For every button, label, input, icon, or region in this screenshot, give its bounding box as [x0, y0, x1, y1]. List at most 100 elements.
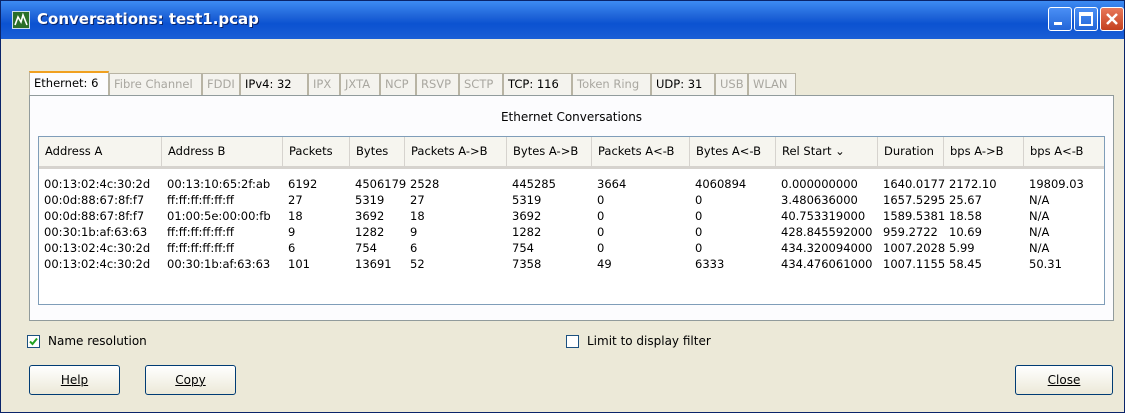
table-cell: 01:00:5e:00:00:fb	[167, 209, 271, 223]
table-row[interactable]: 00:13:02:4c:30:2d 00:30:1b:af:63:63 101 136…	[39, 256, 1104, 272]
table-cell: 428.845592000	[781, 225, 873, 239]
table-cell: 0	[597, 241, 605, 255]
table-cell: 0	[597, 225, 605, 239]
tab-ncp[interactable]: NCP	[380, 73, 416, 95]
maximize-button[interactable]	[1074, 7, 1098, 31]
minimize-button[interactable]	[1048, 7, 1072, 31]
conversations-table[interactable]: Address A Address B Packets Bytes Packet…	[38, 136, 1105, 305]
table-cell: 0	[695, 241, 703, 255]
tab-token-ring[interactable]: Token Ring	[572, 73, 651, 95]
table-title: Ethernet Conversations	[500, 110, 643, 124]
tab-fddi[interactable]: FDDI	[202, 73, 240, 95]
name-resolution-checkbox[interactable]	[27, 335, 40, 348]
column-header[interactable]: Address A	[39, 137, 162, 166]
table-cell: 19809.03	[1029, 177, 1084, 191]
column-header[interactable]: Duration	[878, 137, 944, 166]
column-header[interactable]: Address B	[162, 137, 283, 166]
table-cell: 4506179	[355, 177, 407, 191]
table-cell: 9	[288, 225, 296, 239]
tab-udp[interactable]: UDP: 31	[651, 73, 715, 95]
table-cell: 6	[410, 241, 418, 255]
tab-tcp[interactable]: TCP: 116	[503, 73, 572, 95]
table-cell: 1589.5381	[883, 209, 946, 223]
table-cell: N/A	[1029, 241, 1050, 255]
table-cell: 00:0d:88:67:8f:f7	[44, 209, 145, 223]
column-header[interactable]: Bytes	[350, 137, 405, 166]
table-row[interactable]: 00:13:02:4c:30:2d 00:13:10:65:2f:ab 6192 45…	[39, 176, 1104, 192]
column-header[interactable]: Packets A<-B	[592, 137, 690, 166]
conversations-window: Conversations: test1.pcap Ethernet: 6 Fi…	[0, 0, 1125, 413]
column-header[interactable]: Bytes A<-B	[690, 137, 776, 166]
column-header[interactable]: bps A<-B	[1024, 137, 1104, 166]
table-cell: ff:ff:ff:ff:ff:ff	[167, 241, 234, 255]
copy-button[interactable]: Copy	[145, 365, 236, 395]
table-cell: ff:ff:ff:ff:ff:ff	[167, 193, 234, 207]
table-cell: 6192	[288, 177, 318, 191]
tab-jxta[interactable]: JXTA	[340, 73, 380, 95]
tab-ethernet[interactable]: Ethernet: 6	[29, 71, 109, 96]
tab-wlan[interactable]: WLAN	[748, 73, 796, 95]
table-cell: 00:0d:88:67:8f:f7	[44, 193, 145, 207]
table-cell: 40.753319000	[781, 209, 866, 223]
table-cell: 18	[410, 209, 425, 223]
table-cell: 50.31	[1029, 257, 1062, 271]
tab-ipx[interactable]: IPX	[308, 73, 340, 95]
name-resolution-label[interactable]: Name resolution	[48, 334, 147, 348]
limit-display-filter-checkbox[interactable]	[566, 335, 579, 348]
table-cell: 754	[355, 241, 377, 255]
table-cell: 1640.0177	[883, 177, 946, 191]
table-cell: 0	[695, 209, 703, 223]
tab-fibre-channel[interactable]: Fibre Channel	[109, 73, 202, 95]
table-cell: 52	[410, 257, 425, 271]
table-cell: 00:30:1b:af:63:63	[167, 257, 271, 271]
table-row[interactable]: 00:30:1b:af:63:63 ff:ff:ff:ff:ff:ff 9 1282 9…	[39, 224, 1104, 240]
table-cell: 0	[597, 193, 605, 207]
title-bar[interactable]: Conversations: test1.pcap	[1, 1, 1124, 39]
table-cell: 1282	[512, 225, 542, 239]
table-cell: 00:13:10:65:2f:ab	[167, 177, 271, 191]
table-row[interactable]: 00:13:02:4c:30:2d ff:ff:ff:ff:ff:ff 6 754 6 7…	[39, 240, 1104, 256]
table-row[interactable]: 00:0d:88:67:8f:f7 ff:ff:ff:ff:ff:ff 27 5319…	[39, 192, 1104, 208]
table-cell: 0	[695, 193, 703, 207]
table-cell: 3.480636000	[781, 193, 858, 207]
tab-usb[interactable]: USB	[715, 73, 748, 95]
column-header[interactable]: Rel Start ⌄	[776, 137, 878, 166]
table-cell: 1657.5295	[883, 193, 946, 207]
table-cell: 00:13:02:4c:30:2d	[44, 257, 151, 271]
table-row[interactable]: 00:0d:88:67:8f:f7 01:00:5e:00:00:fb 18 3692…	[39, 208, 1104, 224]
wireshark-app-icon	[12, 11, 30, 29]
table-cell: 101	[288, 257, 310, 271]
table-cell: 2528	[410, 177, 440, 191]
column-header[interactable]: bps A->B	[944, 137, 1024, 166]
close-window-button[interactable]	[1100, 7, 1124, 31]
tab-sctp[interactable]: SCTP	[459, 73, 503, 95]
column-header[interactable]: Packets A->B	[405, 137, 507, 166]
limit-display-filter-label[interactable]: Limit to display filter	[587, 334, 711, 348]
table-cell: 7358	[512, 257, 542, 271]
table-cell: 434.476061000	[781, 257, 873, 271]
table-cell: 18	[288, 209, 303, 223]
table-cell: 754	[512, 241, 534, 255]
table-cell: 00:13:02:4c:30:2d	[44, 241, 151, 255]
table-cell: 6	[288, 241, 296, 255]
table-cell: 00:30:1b:af:63:63	[44, 225, 148, 239]
table-cell: 1007.2028	[883, 241, 946, 255]
close-button-label: Close	[1047, 373, 1081, 387]
column-header[interactable]: Bytes A->B	[507, 137, 592, 166]
table-cell: 0	[695, 225, 703, 239]
close-button[interactable]: Close	[1015, 365, 1113, 395]
tab-rsvp[interactable]: RSVP	[416, 73, 459, 95]
help-button[interactable]: Help	[29, 365, 120, 395]
tab-ipv4[interactable]: IPv4: 32	[240, 73, 308, 95]
table-cell: 959.2722	[883, 225, 938, 239]
column-header[interactable]: Packets	[283, 137, 350, 166]
table-cell: 25.67	[949, 193, 982, 207]
table-cell: 0.000000000	[781, 177, 858, 191]
table-cell: 3692	[512, 209, 542, 223]
table-cell: 00:13:02:4c:30:2d	[44, 177, 151, 191]
table-cell: 5319	[512, 193, 542, 207]
window-title: Conversations: test1.pcap	[37, 10, 259, 28]
table-cell: 5319	[355, 193, 385, 207]
table-header: Address A Address B Packets Bytes Packet…	[39, 137, 1104, 169]
table-cell: 4060894	[695, 177, 747, 191]
